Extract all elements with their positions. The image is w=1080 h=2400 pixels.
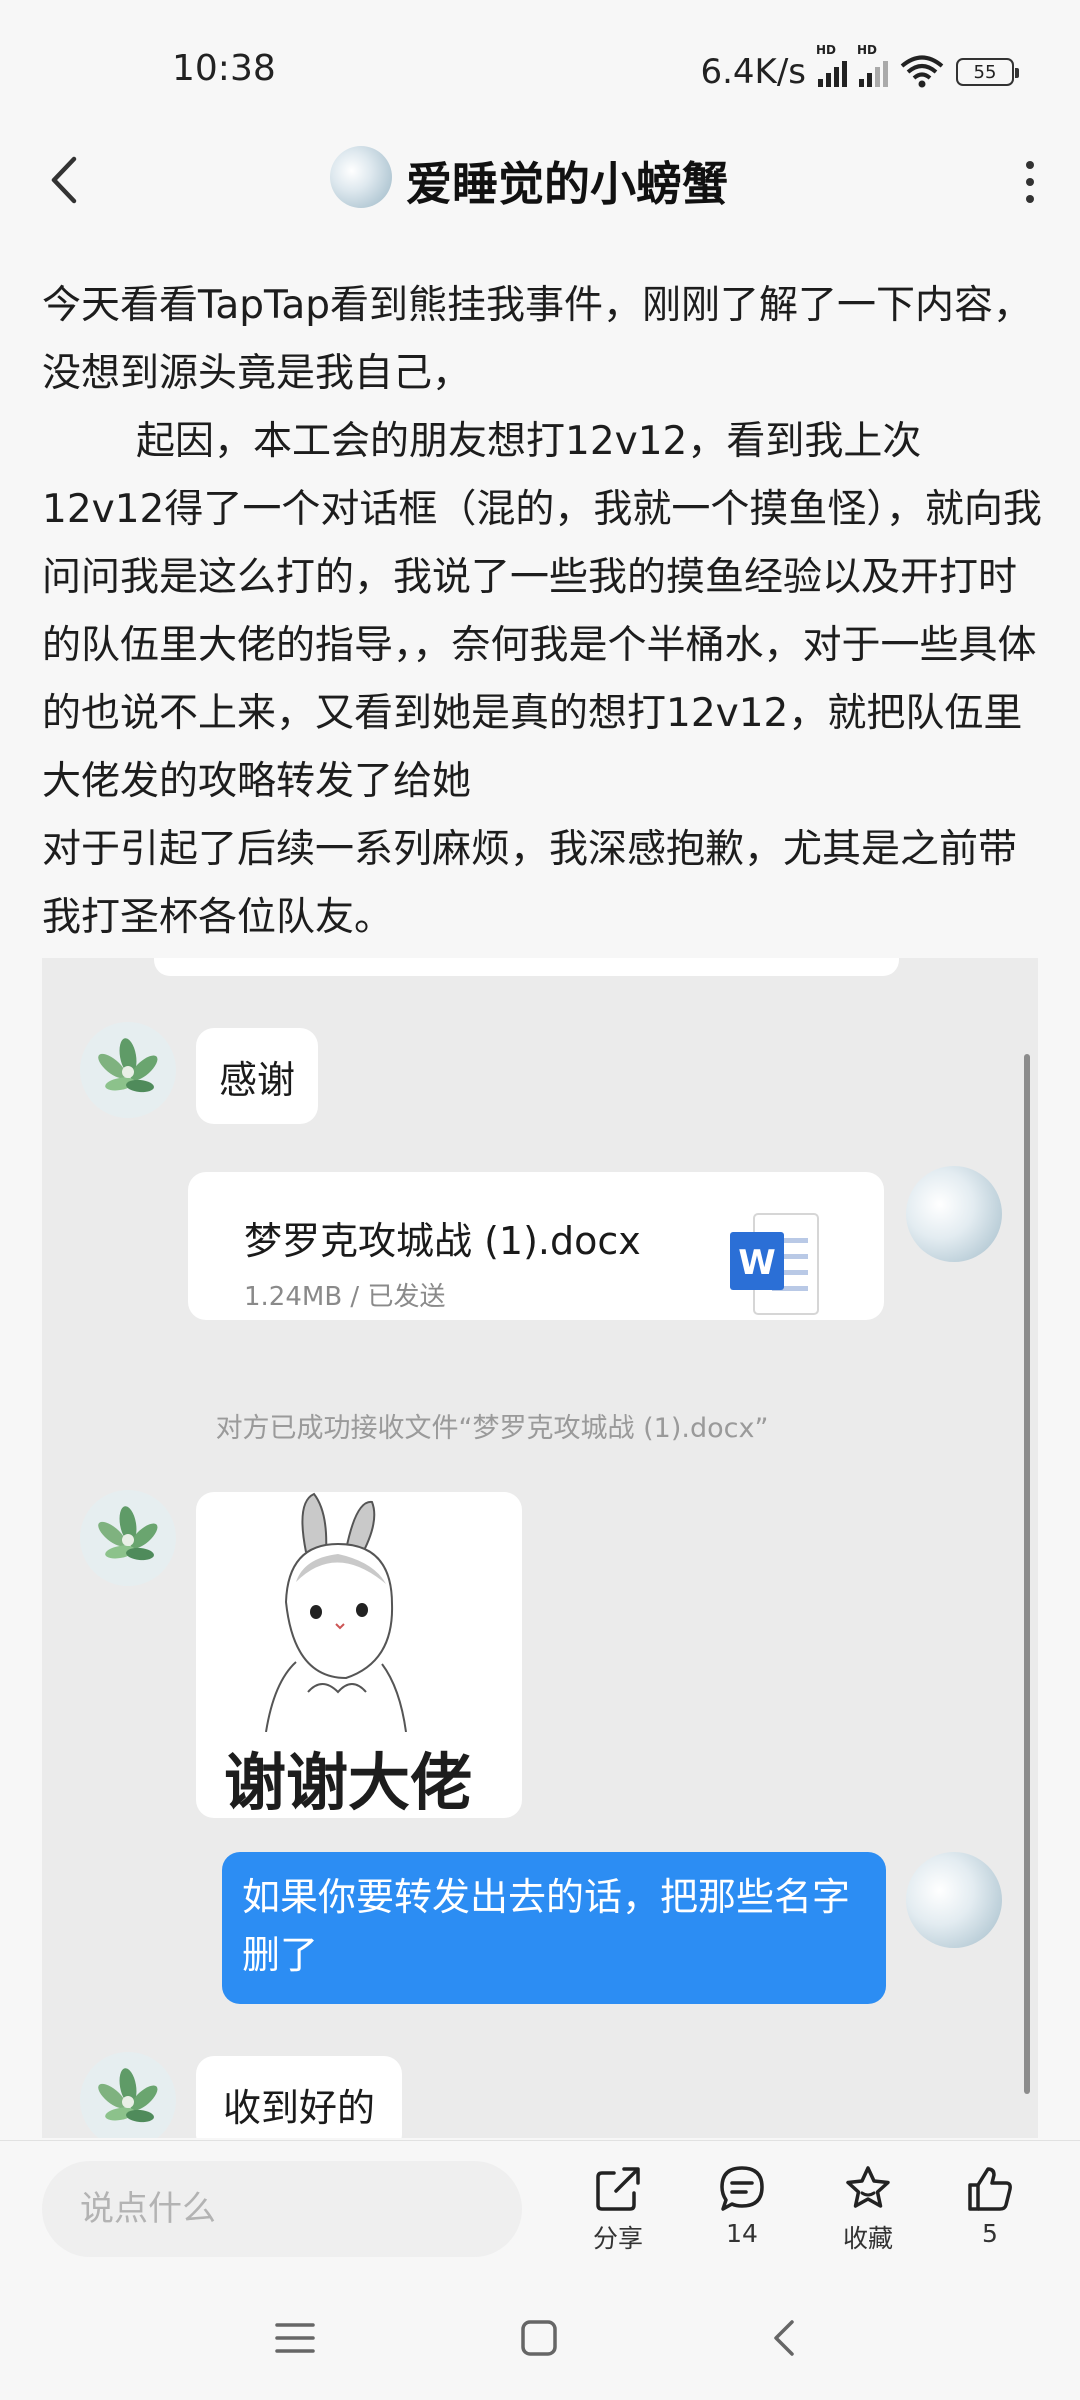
comment-input[interactable] [42, 2161, 522, 2257]
friend-avatar [80, 1022, 176, 1118]
file-message-card: 梦罗克攻城战 (1).docx 1.24MB / 已发送 W [188, 1172, 884, 1320]
like-count: 5 [982, 2219, 998, 2248]
wifi-icon [900, 55, 944, 88]
author-avatar[interactable] [330, 146, 392, 208]
favorite-label: 收藏 [842, 2224, 893, 2253]
home-square-icon [521, 2320, 557, 2356]
plant-icon [98, 2068, 158, 2123]
top-nav-bar: 爱睡觉的小螃蟹 [0, 130, 1080, 230]
file-meta: 1.24MB / 已发送 [244, 1282, 446, 1312]
sticker-message: 谢谢大佬 [196, 1492, 522, 1818]
system-nav-bar [0, 2276, 1080, 2400]
plant-icon [98, 1506, 158, 1561]
cropped-message-bubble [154, 958, 899, 976]
post-paragraph: 今天看看TapTap看到熊挂我事件，刚刚了解了一下内容，没想到源头竟是我自己， [42, 283, 1033, 396]
author-name[interactable]: 爱睡觉的小螃蟹 [406, 148, 728, 214]
menu-icon [275, 2323, 315, 2353]
plant-icon [98, 1038, 158, 1093]
comment-count: 14 [726, 2219, 758, 2248]
more-options-icon[interactable] [1010, 154, 1050, 210]
friend-avatar [80, 2052, 176, 2138]
post-image-chat-screenshot[interactable]: 感谢 梦罗克攻城战 (1).docx 1.24MB / 已发送 W 对方已成功接… [42, 958, 1038, 2138]
system-notice: 对方已成功接收文件“梦罗克攻城战 (1).docx” [215, 1413, 769, 1444]
friend-avatar [80, 1490, 176, 1586]
comment-icon [720, 2166, 764, 2211]
svg-text:W: W [738, 1243, 776, 1283]
battery-level: 55 [973, 61, 997, 83]
outgoing-message-bubble: 如果你要转发出去的话，把那些名字删了 [222, 1852, 886, 2004]
word-document-icon: W [730, 1213, 819, 1315]
rabbit-sticker-icon [265, 1492, 407, 1733]
post-body: 今天看看TapTap看到熊挂我事件，刚刚了解了一下内容，没想到源头竟是我自己， … [42, 272, 1042, 952]
status-indicators: 6.4K/s HD HD 55 [700, 43, 1019, 96]
bottom-action-bar: 分享 14 收藏 5 [0, 2140, 1080, 2276]
share-icon [596, 2167, 640, 2211]
back-button[interactable] [38, 152, 88, 208]
star-icon [846, 2166, 890, 2208]
back-nav-button[interactable] [748, 2306, 818, 2370]
status-bar: 10:38 6.4K/s HD HD 55 [0, 0, 1080, 140]
scrollbar [1024, 1054, 1030, 2094]
status-time: 10:38 [172, 48, 276, 89]
share-label: 分享 [592, 2224, 643, 2253]
favorite-button[interactable]: 收藏 [818, 2163, 918, 2263]
signal-hd-2-icon: HD [857, 43, 888, 87]
my-avatar [906, 1166, 1002, 1262]
post-paragraph: 起因，本工会的朋友想打12v12，看到我上次12v12得了一个对话框（混的，我就… [42, 419, 1042, 804]
chevron-left-icon [51, 156, 77, 204]
back-triangle-icon [774, 2320, 794, 2356]
my-avatar [906, 1852, 1002, 1948]
signal-hd-icon: HD [816, 43, 847, 87]
comment-button[interactable]: 14 [692, 2163, 792, 2263]
message-bubble: 收到好的 [196, 2056, 402, 2138]
thumbs-up-icon [968, 2167, 1012, 2211]
file-name: 梦罗克攻城战 (1).docx [244, 1219, 641, 1263]
home-nav-button[interactable] [504, 2306, 574, 2370]
like-button[interactable]: 5 [940, 2163, 1040, 2263]
sticker-caption: 谢谢大佬 [224, 1746, 473, 1818]
message-bubble: 感谢 [196, 1028, 318, 1124]
network-speed: 6.4K/s [700, 52, 806, 92]
share-button[interactable]: 分享 [568, 2163, 668, 2263]
post-paragraph: 对于引起了后续一系列麻烦，我深感抱歉，尤其是之前带我打圣杯各位队友。 [42, 827, 1018, 940]
battery-icon: 55 [956, 58, 1019, 86]
menu-nav-button[interactable] [260, 2306, 330, 2370]
